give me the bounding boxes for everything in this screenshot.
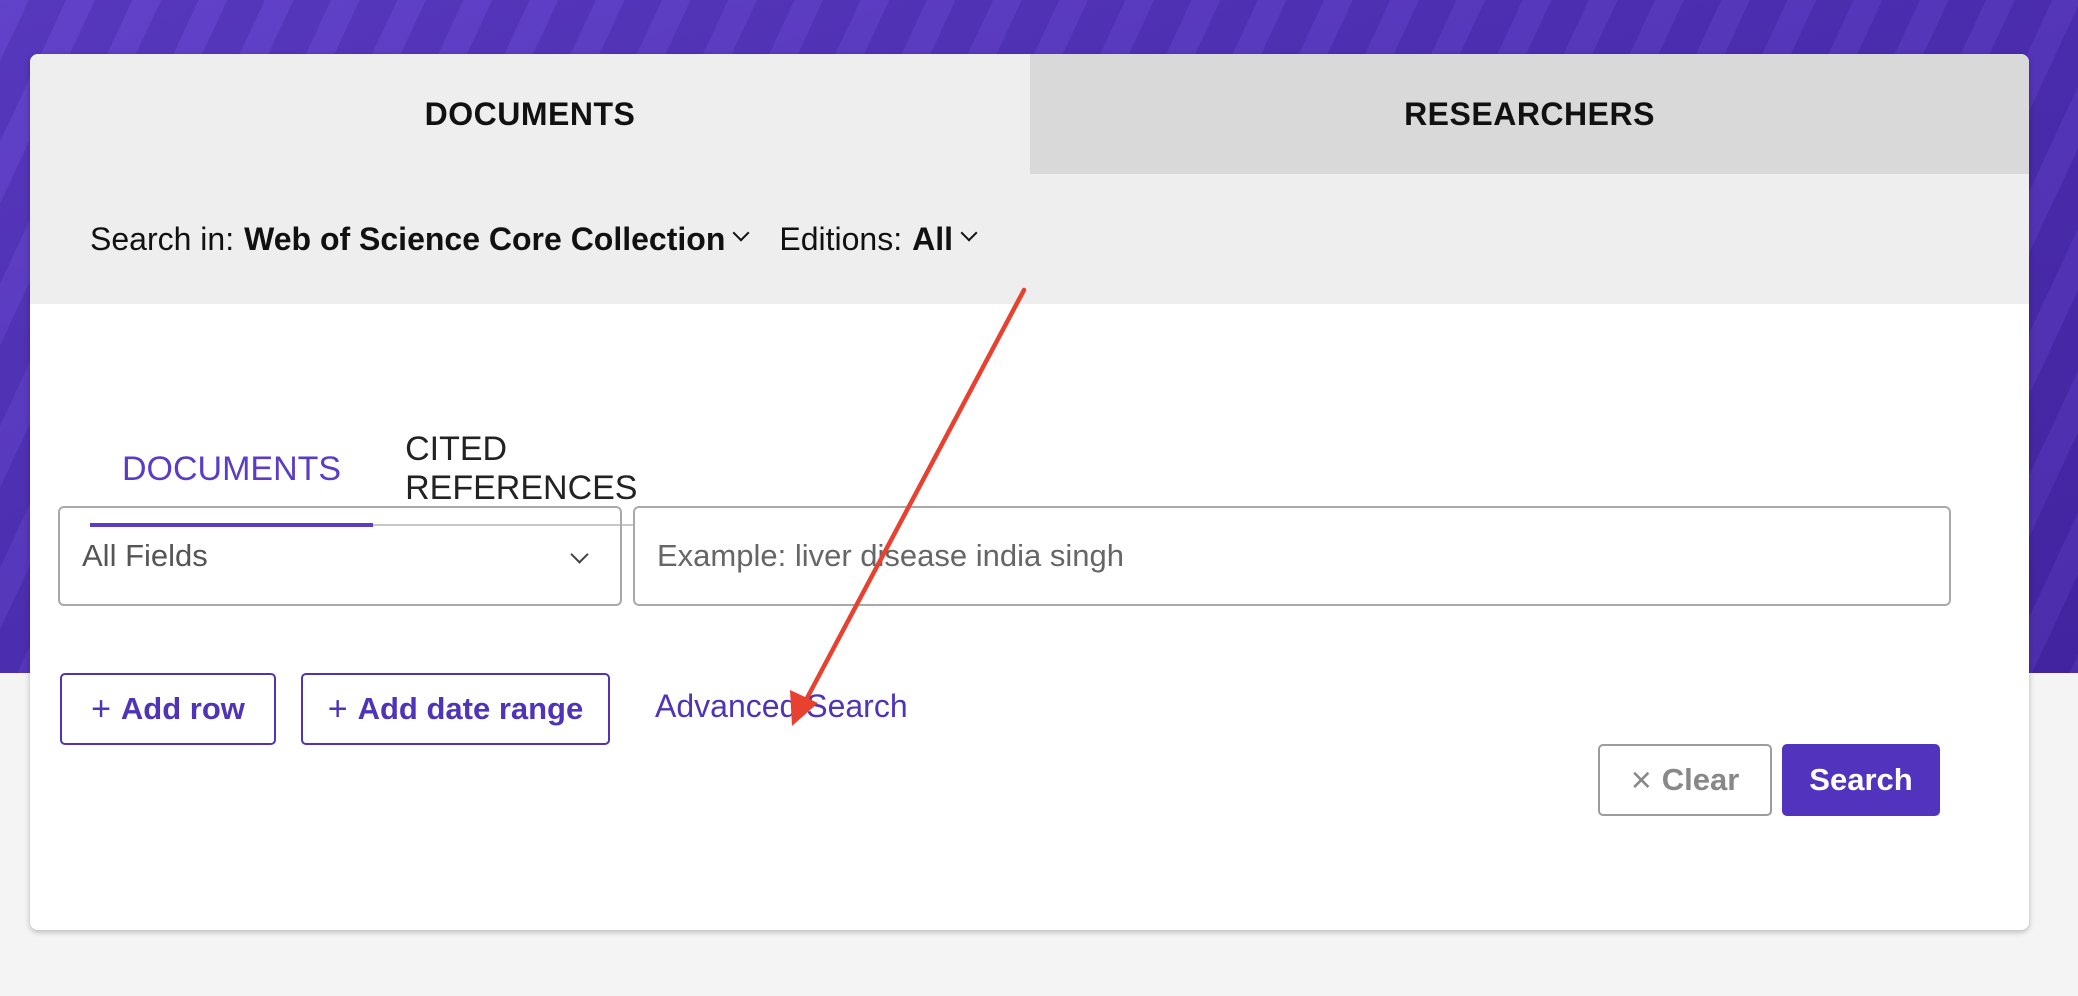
search-field-select[interactable]: All Fields [58, 506, 622, 606]
search-in-label: Search in: [90, 220, 235, 257]
search-field-value: All Fields [82, 538, 208, 573]
chevron-down-icon [570, 545, 589, 564]
search-input[interactable] [633, 506, 1951, 606]
tab-documents[interactable]: DOCUMENTS [30, 54, 1030, 174]
clear-label: Clear [1661, 762, 1740, 797]
add-date-range-button[interactable]: + Add date range [301, 673, 610, 745]
close-icon: × [1630, 759, 1652, 800]
collection-bar: Search in: Web of Science Core Collectio… [30, 174, 2029, 304]
collection-dropdown[interactable]: Web of Science Core Collection [244, 221, 725, 258]
chevron-down-icon[interactable] [960, 224, 978, 242]
chevron-down-icon[interactable] [732, 224, 750, 242]
add-row-button[interactable]: + Add row [60, 673, 276, 745]
plus-icon: + [327, 689, 348, 728]
editions-dropdown[interactable]: All [912, 221, 953, 258]
add-date-range-label: Add date range [357, 691, 584, 726]
plus-icon: + [91, 689, 111, 728]
search-button[interactable]: Search [1782, 744, 1940, 816]
clear-button[interactable]: × Clear [1598, 744, 1772, 816]
top-tabs: DOCUMENTS RESEARCHERS [30, 54, 2029, 174]
add-row-label: Add row [120, 691, 245, 726]
advanced-search-link[interactable]: Advanced Search [655, 688, 908, 725]
editions-label: Editions: [779, 220, 903, 257]
tab-researchers[interactable]: RESEARCHERS [1030, 54, 2029, 174]
